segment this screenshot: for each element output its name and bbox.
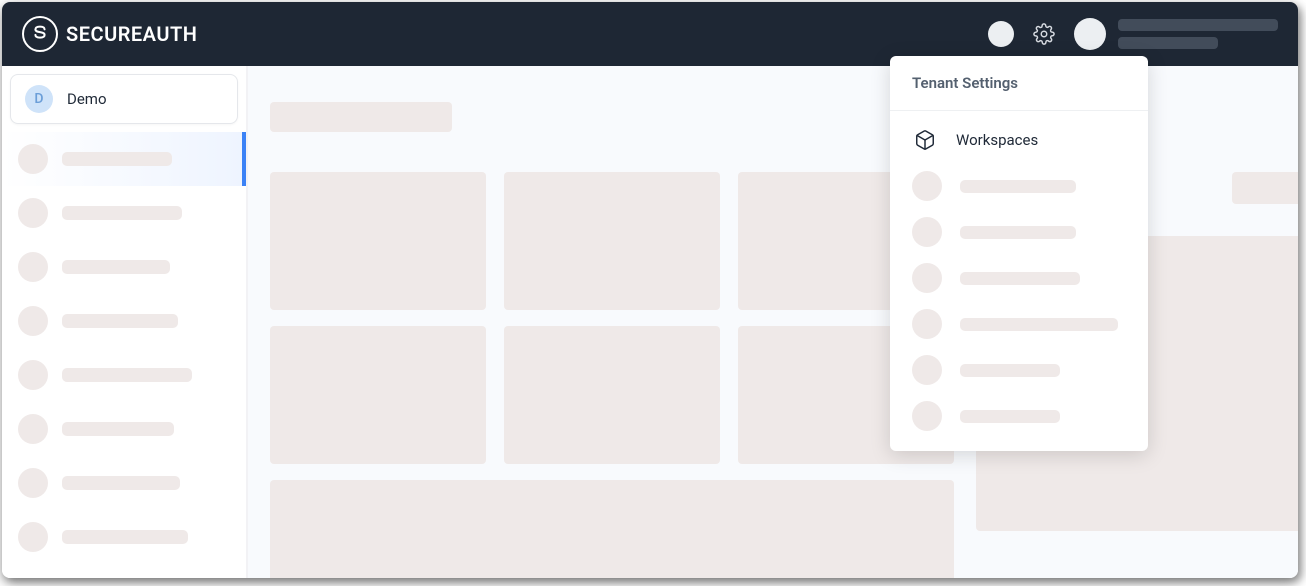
card-placeholder xyxy=(504,326,720,464)
cube-icon xyxy=(912,127,938,153)
dropdown-label-placeholder xyxy=(960,364,1060,377)
card-placeholder xyxy=(270,480,954,578)
workspace-name: Demo xyxy=(67,90,107,108)
brand-logo-icon xyxy=(22,16,58,52)
nav-label-placeholder xyxy=(62,152,172,166)
dropdown-item-placeholder[interactable] xyxy=(890,301,1148,347)
nav-icon-placeholder xyxy=(18,522,48,552)
nav-label-placeholder xyxy=(62,530,188,544)
nav-icon-placeholder xyxy=(18,306,48,336)
dropdown-item-placeholder[interactable] xyxy=(890,163,1148,209)
dropdown-icon-placeholder xyxy=(912,401,942,431)
dropdown-icon-placeholder xyxy=(912,217,942,247)
sidebar-item[interactable] xyxy=(2,132,246,186)
dropdown-item-label: Workspaces xyxy=(956,131,1038,149)
dropdown-item-placeholder[interactable] xyxy=(890,255,1148,301)
dropdown-label-placeholder xyxy=(960,410,1060,423)
dropdown-title: Tenant Settings xyxy=(890,56,1148,111)
brand-name: SECUREAUTH xyxy=(66,22,197,46)
card-placeholder xyxy=(504,172,720,310)
nav-icon-placeholder xyxy=(18,360,48,390)
sidebar-item[interactable] xyxy=(2,456,246,510)
sidebar: D Demo xyxy=(2,66,248,578)
dropdown-label-placeholder xyxy=(960,318,1118,331)
nav-label-placeholder xyxy=(62,314,178,328)
page-title-placeholder xyxy=(270,102,452,132)
dropdown-item-workspaces[interactable]: Workspaces xyxy=(890,117,1148,163)
nav-label-placeholder xyxy=(62,260,170,274)
sidebar-item[interactable] xyxy=(2,294,246,348)
sidebar-item[interactable] xyxy=(2,348,246,402)
header-status-placeholder xyxy=(988,21,1014,47)
user-menu[interactable] xyxy=(1074,18,1278,50)
workspace-avatar: D xyxy=(25,85,53,113)
dropdown-label-placeholder xyxy=(960,226,1076,239)
gear-icon xyxy=(1033,23,1055,45)
nav-label-placeholder xyxy=(62,422,174,436)
dropdown-label-placeholder xyxy=(960,180,1076,193)
app-frame: SECUREAUTH D Demo xyxy=(2,2,1298,578)
brand-logo[interactable]: SECUREAUTH xyxy=(22,16,197,52)
nav-icon-placeholder xyxy=(18,144,48,174)
dropdown-label-placeholder xyxy=(960,272,1080,285)
dropdown-item-placeholder[interactable] xyxy=(890,347,1148,393)
nav-label-placeholder xyxy=(62,206,182,220)
nav-label-placeholder xyxy=(62,476,180,490)
dropdown-icon-placeholder xyxy=(912,171,942,201)
dropdown-item-placeholder[interactable] xyxy=(890,393,1148,439)
tenant-settings-dropdown: Tenant Settings Workspaces xyxy=(890,56,1148,451)
nav-icon-placeholder xyxy=(18,468,48,498)
nav-label-placeholder xyxy=(62,368,192,382)
dropdown-icon-placeholder xyxy=(912,355,942,385)
dropdown-icon-placeholder xyxy=(912,263,942,293)
header-right xyxy=(988,18,1278,50)
settings-button[interactable] xyxy=(1032,22,1056,46)
dropdown-icon-placeholder xyxy=(912,309,942,339)
workspace-selector[interactable]: D Demo xyxy=(10,74,238,124)
card-placeholder xyxy=(270,172,486,310)
sidebar-item[interactable] xyxy=(2,186,246,240)
nav-icon-placeholder xyxy=(18,252,48,282)
dropdown-item-placeholder[interactable] xyxy=(890,209,1148,255)
nav-icon-placeholder xyxy=(18,198,48,228)
avatar xyxy=(1074,18,1106,50)
card-placeholder xyxy=(270,326,486,464)
sidebar-item[interactable] xyxy=(2,240,246,294)
action-placeholder xyxy=(1232,172,1298,204)
nav-icon-placeholder xyxy=(18,414,48,444)
user-info-placeholder xyxy=(1118,19,1278,49)
sidebar-item[interactable] xyxy=(2,402,246,456)
sidebar-item[interactable] xyxy=(2,510,246,564)
